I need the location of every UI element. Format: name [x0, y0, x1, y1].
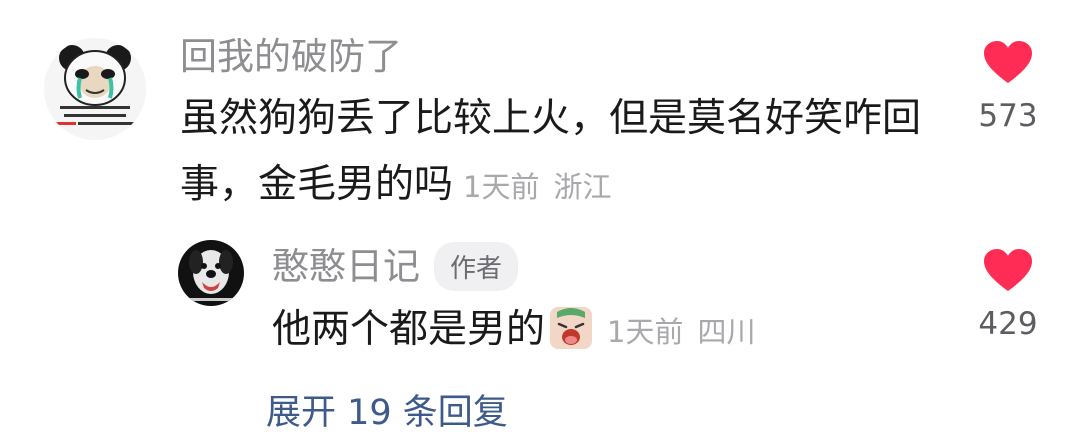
reply-text: 他两个都是男的 — [272, 307, 546, 352]
comment-like-count: 573 — [978, 98, 1038, 134]
reply-body: 他两个都是男的 1天前 四川 — [272, 297, 952, 371]
comment-meta: 1天前 浙江 — [463, 170, 611, 204]
reply-like-button[interactable]: 429 — [978, 248, 1038, 342]
reply-time: 1天前 — [607, 315, 684, 349]
comment-username[interactable]: 回我的破防了 — [180, 38, 402, 75]
crying-face-emoji-icon — [549, 305, 593, 371]
reply-like-count: 429 — [978, 306, 1038, 342]
heart-icon — [984, 41, 1032, 83]
expand-replies-link[interactable]: 展开 19 条回复 — [266, 384, 508, 435]
panda-meme-avatar-icon — [44, 38, 146, 140]
reply-header: 憨憨日记 作者 — [272, 242, 519, 291]
reply-username[interactable]: 憨憨日记 — [272, 245, 420, 288]
heart-icon — [984, 249, 1032, 291]
comment-like-button[interactable]: 573 — [978, 40, 1038, 134]
dog-avatar-icon — [178, 240, 244, 306]
reply-avatar[interactable] — [178, 240, 244, 306]
comment-body: 虽然狗狗丢了比较上火，但是莫名好笑咋回事，金毛男的吗 1天前 浙江 — [180, 86, 940, 220]
reply-meta: 1天前 四川 — [607, 315, 755, 349]
reply-location: 四川 — [697, 315, 756, 349]
comment-location: 浙江 — [553, 170, 612, 204]
commenter-avatar[interactable] — [44, 38, 146, 140]
comment-time: 1天前 — [463, 170, 540, 204]
author-badge: 作者 — [434, 242, 519, 291]
